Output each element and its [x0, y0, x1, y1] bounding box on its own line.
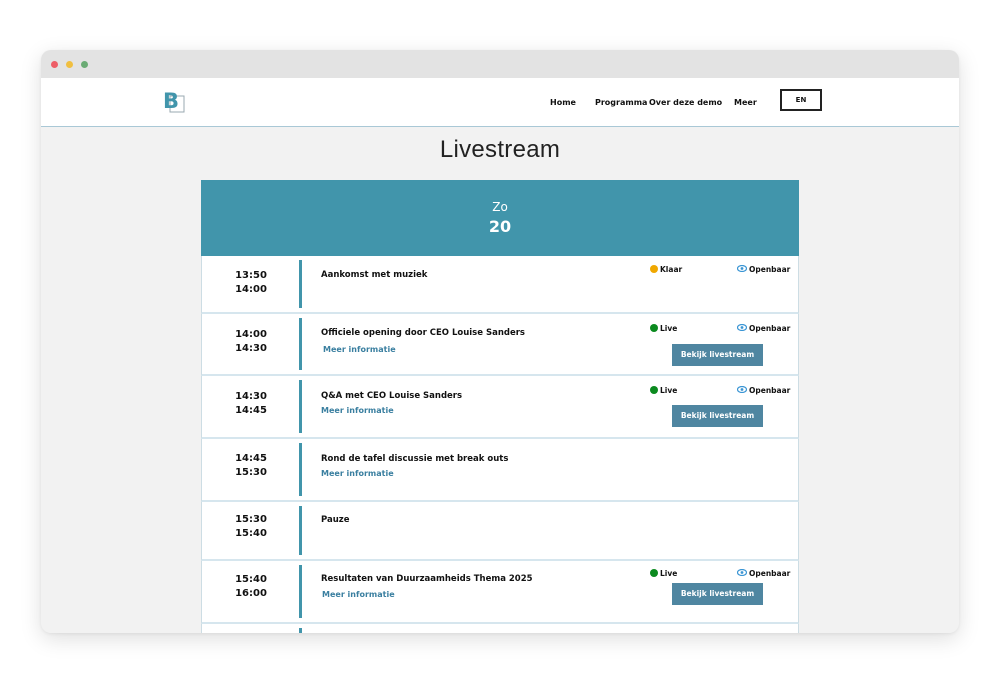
- visibility-label: Openbaar: [749, 386, 791, 395]
- visibility-badge: Openbaar: [737, 386, 790, 395]
- brand-logo[interactable]: B: [163, 88, 187, 114]
- status-live-dot-icon: [650, 324, 658, 332]
- end-time: 15:40: [235, 528, 267, 539]
- browser-window: B Home Programma Over deze demo Meer EN …: [41, 50, 959, 633]
- end-time: 14:30: [235, 343, 267, 354]
- status-badge: Live: [650, 324, 677, 333]
- page-title: Livestream: [439, 136, 561, 163]
- visibility-label: Openbaar: [749, 569, 791, 578]
- day-name: Zo: [492, 200, 508, 214]
- watch-livestream-button[interactable]: Bekijk livestream: [672, 405, 763, 427]
- event-title: Q&A met CEO Louise Sanders: [321, 391, 463, 401]
- eye-icon: [737, 569, 747, 576]
- eye-icon: [737, 265, 747, 272]
- schedule-row: 14:45 15:30 Rond de tafel discussie met …: [201, 439, 799, 502]
- status-label: Live: [660, 386, 678, 395]
- visibility-label: Openbaar: [749, 265, 791, 274]
- event-title: Officiele opening door CEO Louise Sander…: [321, 328, 525, 338]
- status-live-dot-icon: [650, 386, 658, 394]
- schedule-row: 14:30 14:45 Q&A met CEO Louise Sanders M…: [201, 376, 799, 439]
- status-badge: Live: [650, 386, 677, 395]
- schedule-row: [201, 624, 799, 633]
- schedule-row: 14:00 14:30 Officiele opening door CEO L…: [201, 314, 799, 376]
- status-label: Live: [660, 569, 678, 578]
- watch-livestream-button[interactable]: Bekijk livestream: [672, 583, 763, 605]
- row-divider: [299, 380, 302, 433]
- schedule-row: 15:30 15:40 Pauze: [201, 502, 799, 561]
- row-divider: [299, 260, 302, 308]
- language-toggle-button[interactable]: EN: [780, 89, 822, 111]
- watch-livestream-button[interactable]: Bekijk livestream: [672, 344, 763, 366]
- status-ready-dot-icon: [650, 265, 658, 273]
- close-window-dot[interactable]: [51, 61, 58, 68]
- time-range: 14:45 15:30: [202, 452, 300, 480]
- start-time: 15:40: [235, 574, 267, 585]
- row-divider: [299, 443, 302, 496]
- status-badge: Live: [650, 569, 677, 578]
- end-time: 14:45: [235, 405, 267, 416]
- site-navbar: B Home Programma Over deze demo Meer EN: [41, 78, 959, 127]
- visibility-badge: Openbaar: [737, 324, 790, 333]
- nav-programma[interactable]: Programma: [595, 98, 647, 107]
- schedule-row: 13:50 14:00 Aankomst met muziek Klaar Op…: [201, 256, 799, 314]
- schedule-row: 15:40 16:00 Resultaten van Duurzaamheids…: [201, 561, 799, 624]
- maximize-window-dot[interactable]: [81, 61, 88, 68]
- end-time: 16:00: [235, 588, 267, 599]
- logo-letter: B: [163, 89, 179, 113]
- event-title: Aankomst met muziek: [321, 270, 428, 280]
- nav-over-deze-demo[interactable]: Over deze demo: [649, 98, 722, 107]
- status-label: Klaar: [660, 265, 683, 274]
- start-time: 15:30: [235, 514, 267, 525]
- time-range: 15:30 15:40: [202, 513, 300, 541]
- schedule-list: 13:50 14:00 Aankomst met muziek Klaar Op…: [201, 256, 799, 633]
- visibility-badge: Openbaar: [737, 569, 790, 578]
- start-time: 14:45: [235, 453, 267, 464]
- day-number: 20: [488, 217, 512, 236]
- start-time: 14:00: [235, 329, 267, 340]
- status-label: Live: [660, 324, 678, 333]
- event-title: Resultaten van Duurzaamheids Thema 2025: [321, 574, 533, 584]
- logo-icon: B: [163, 89, 185, 113]
- status-live-dot-icon: [650, 569, 658, 577]
- end-time: 15:30: [235, 467, 267, 478]
- eye-icon: [737, 386, 747, 393]
- event-title: Rond de tafel discussie met break outs: [321, 454, 509, 464]
- nav-home[interactable]: Home: [550, 98, 576, 107]
- more-info-link[interactable]: Meer informatie: [323, 345, 396, 354]
- more-info-link[interactable]: Meer informatie: [321, 406, 394, 415]
- start-time: 13:50: [235, 270, 267, 281]
- event-title: Pauze: [321, 515, 350, 525]
- time-range: 14:30 14:45: [202, 390, 300, 418]
- row-divider: [299, 506, 302, 555]
- window-titlebar: [41, 50, 959, 78]
- more-info-link[interactable]: Meer informatie: [322, 590, 395, 599]
- minimize-window-dot[interactable]: [66, 61, 73, 68]
- time-range: 15:40 16:00: [202, 573, 300, 601]
- row-divider: [299, 628, 302, 633]
- start-time: 14:30: [235, 391, 267, 402]
- time-range: 14:00 14:30: [202, 328, 300, 356]
- nav-meer[interactable]: Meer: [734, 98, 757, 107]
- eye-icon: [737, 324, 747, 331]
- end-time: 14:00: [235, 284, 267, 295]
- visibility-badge: Openbaar: [737, 265, 790, 274]
- day-header: Zo 20: [201, 180, 799, 256]
- more-info-link[interactable]: Meer informatie: [321, 469, 394, 478]
- visibility-label: Openbaar: [749, 324, 791, 333]
- row-divider: [299, 565, 302, 618]
- status-badge: Klaar: [650, 265, 682, 274]
- row-divider: [299, 318, 302, 370]
- time-range: 13:50 14:00: [202, 269, 300, 297]
